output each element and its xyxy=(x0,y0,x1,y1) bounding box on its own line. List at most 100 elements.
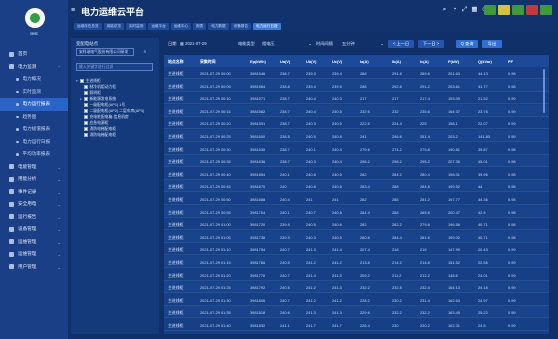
sidebar-item[interactable]: 趋势图 xyxy=(0,111,68,124)
sidebar-item[interactable]: 首页 xyxy=(0,48,68,61)
type-select[interactable]: 相电压 ⌄ xyxy=(262,40,314,48)
tab[interactable]: 电力数据 xyxy=(208,23,229,30)
sidebar-item[interactable]: 电力概况 xyxy=(0,73,68,86)
table-row[interactable]: 主进线柜 2021-07-29 01:00 3981720 239.9 240.5 240… xyxy=(164,218,549,231)
table-row[interactable]: 主进线柜 2021-07-29 00:40 3981654 240.1 240.8 240… xyxy=(164,168,549,180)
checkbox[interactable] xyxy=(84,133,88,137)
table-row[interactable]: 主进线柜 2021-07-29 00:25 3981600 238.5 240.5 240… xyxy=(164,130,549,143)
table-row[interactable]: 主进线柜 2021-07-29 01:15 3981766 240.5 241.2 241… xyxy=(164,256,549,269)
column-header[interactable]: Ib(A) xyxy=(392,59,401,64)
sidebar-item[interactable]: 电力运行日报 xyxy=(0,136,68,149)
sidebar-item[interactable]: 用户管理 ⌄ xyxy=(0,261,68,274)
table-cell: 3981571 xyxy=(250,96,266,102)
sidebar-item[interactable]: 运维管理 ⌄ xyxy=(0,236,68,249)
tab[interactable]: 运维平台 xyxy=(148,23,169,30)
next-day-button[interactable]: 下一日 > xyxy=(418,40,444,48)
column-header[interactable]: Uc(V) xyxy=(332,59,342,64)
column-header[interactable]: Ep(kWh) xyxy=(250,59,266,64)
checkbox[interactable] xyxy=(84,97,88,101)
query-button[interactable]: Q 查询 xyxy=(456,40,478,48)
checkbox[interactable] xyxy=(84,103,88,107)
sidebar-item[interactable]: 事件记录 ⌄ xyxy=(0,186,68,199)
tree-node-label: 照明柜 xyxy=(89,90,101,95)
table-row[interactable]: 主进线柜 2021-07-29 00:55 3981704 240.1 240.7 240… xyxy=(164,205,549,218)
table-row[interactable]: 主进线柜 2021-07-29 00:15 3981582 238.7 240.4 240… xyxy=(164,104,549,117)
prev-day-button[interactable]: < 上一日 xyxy=(388,40,414,48)
table-cell: 3981654 xyxy=(250,171,266,177)
sidebar-item[interactable]: 用能分析 ⌄ xyxy=(0,173,68,186)
checkbox[interactable] xyxy=(80,79,84,83)
tree-node[interactable]: 消防电梯配电柜 xyxy=(76,132,144,138)
table-cell: 0.98 xyxy=(508,222,516,228)
tab[interactable]: 报表 xyxy=(193,23,207,30)
column-header[interactable]: 站点名称 xyxy=(168,59,184,65)
sidebar-item[interactable]: 电力运行报表 xyxy=(0,98,68,111)
table-row[interactable]: 主进线柜 2021-07-29 00:30 3981630 238.7 240.1 240… xyxy=(164,143,549,155)
tab[interactable]: 运维中心 xyxy=(170,23,192,30)
table-row[interactable]: 主进线柜 2021-07-29 00:35 3981636 238.7 240.3 240… xyxy=(164,155,549,168)
logo[interactable] xyxy=(25,8,45,28)
tab[interactable]: 运维存在总览 xyxy=(74,23,102,30)
checkbox[interactable] xyxy=(84,109,88,113)
table-row[interactable]: 主进线柜 2021-07-29 01:20 3981778 240.7 241.4 241… xyxy=(164,269,549,281)
grid-icon[interactable]: ▦ xyxy=(471,6,478,13)
table-row[interactable]: 主进线柜 2021-07-29 00:00 3981546 238.7 239.3 239… xyxy=(164,67,549,80)
table-row[interactable]: 主进线柜 2021-07-29 01:35 3981818 240.6 241.3 241… xyxy=(164,306,549,319)
table-cell: 241 xyxy=(306,197,313,202)
sidebar-item[interactable]: 运维管理 ⌄ xyxy=(0,248,68,261)
vertical-scrollbar[interactable] xyxy=(543,69,545,113)
column-header[interactable]: Ic(A) xyxy=(420,59,429,64)
tab[interactable]: 实时监测 xyxy=(125,23,147,30)
table-row[interactable]: 主进线柜 2021-07-29 01:05 3981736 239.9 240.3 240… xyxy=(164,230,549,243)
interval-select[interactable]: 五分钟 ⌄ xyxy=(342,40,386,48)
column-header[interactable]: Ua(V) xyxy=(280,59,290,64)
export-button[interactable]: 导出 xyxy=(482,40,502,48)
sidebar-item[interactable]: 实时监测 xyxy=(0,86,68,99)
sidebar-item[interactable]: 运行报告 ⌄ xyxy=(0,211,68,224)
date-picker[interactable]: ▦ 2021-07-29 xyxy=(180,40,207,48)
table-cell: 240.6 xyxy=(280,310,290,316)
bell-icon[interactable]: ◔ xyxy=(451,6,458,13)
table-row[interactable]: 主进线柜 2021-07-29 00:05 3981564 238.8 239.4 239… xyxy=(164,79,549,92)
tab[interactable]: 用能总览 xyxy=(103,23,124,30)
sidebar-item[interactable]: 设备管理 ⌄ xyxy=(0,223,68,236)
sidebar-item[interactable]: 平均功率报表 xyxy=(0,148,68,161)
table-row[interactable]: 主进线柜 2021-07-29 00:10 3981571 238.7 240.4 240… xyxy=(164,92,549,105)
checkbox[interactable] xyxy=(84,85,88,89)
menu-section-icon xyxy=(9,226,14,232)
column-header[interactable]: PF xyxy=(508,59,513,64)
search-icon[interactable]: ⌕ xyxy=(137,48,153,56)
checkbox[interactable] xyxy=(84,91,88,95)
table-row[interactable]: 主进线柜 2021-07-29 01:30 3981806 240.7 241.2 241… xyxy=(164,294,549,306)
sidebar-item[interactable]: 电能管理 ⌄ xyxy=(0,161,68,174)
table-row[interactable]: 主进线柜 2021-07-29 00:45 3981670 240 240.8 240.8… xyxy=(164,180,549,193)
column-header[interactable]: P(kW) xyxy=(448,59,459,64)
table-cell: 238.7 xyxy=(280,108,290,114)
checkbox[interactable] xyxy=(84,115,88,119)
menu-icon[interactable]: ≡ xyxy=(71,7,75,14)
tab[interactable]: 设备报告 xyxy=(230,23,251,30)
org-select[interactable]: 安科瑞电气股份有限公司研发 xyxy=(76,48,134,56)
search-icon[interactable]: ⌕ xyxy=(441,6,448,13)
table-cell: 3981832 xyxy=(250,323,266,328)
table-row[interactable]: 主进线柜 2021-07-29 01:40 3981832 241.1 241.7 241… xyxy=(164,319,549,332)
table-row[interactable]: 主进线柜 2021-07-29 00:50 3981688 240.4 241 241 28… xyxy=(164,193,549,206)
table-cell: 148.6 xyxy=(448,272,458,278)
table-row[interactable]: 主进线柜 2021-07-29 01:25 3981792 240.5 241.2 241… xyxy=(164,281,549,294)
column-header[interactable]: Q(kVar) xyxy=(478,59,492,64)
sidebar-item[interactable]: 电力监测 ⌃ xyxy=(0,61,68,74)
tab[interactable]: 电力运行日报 xyxy=(253,23,281,30)
sidebar-item[interactable]: 电力极值报表 xyxy=(0,123,68,136)
table-row[interactable]: 主进线柜 2021-07-29 01:10 3981754 240.7 241.3 241… xyxy=(164,243,549,256)
checkbox[interactable] xyxy=(84,121,88,125)
column-header[interactable]: Ia(A) xyxy=(360,59,369,64)
tree-search-input[interactable]: 输入关键字进行过滤 xyxy=(76,63,153,71)
expand-icon[interactable]: ⤢ xyxy=(461,6,468,13)
column-header[interactable]: 采集时间 xyxy=(200,59,216,65)
table-row[interactable]: 主进线柜 2021-07-29 00:20 3981591 238.7 240.3 240… xyxy=(164,117,549,130)
table-cell: 45.01 xyxy=(478,159,488,165)
checkbox[interactable] xyxy=(84,127,88,131)
sidebar-item[interactable]: 安全用电 ⌄ xyxy=(0,198,68,211)
table-cell: 2021-07-29 00:15 xyxy=(200,108,231,114)
column-header[interactable]: Ub(V) xyxy=(306,59,316,64)
